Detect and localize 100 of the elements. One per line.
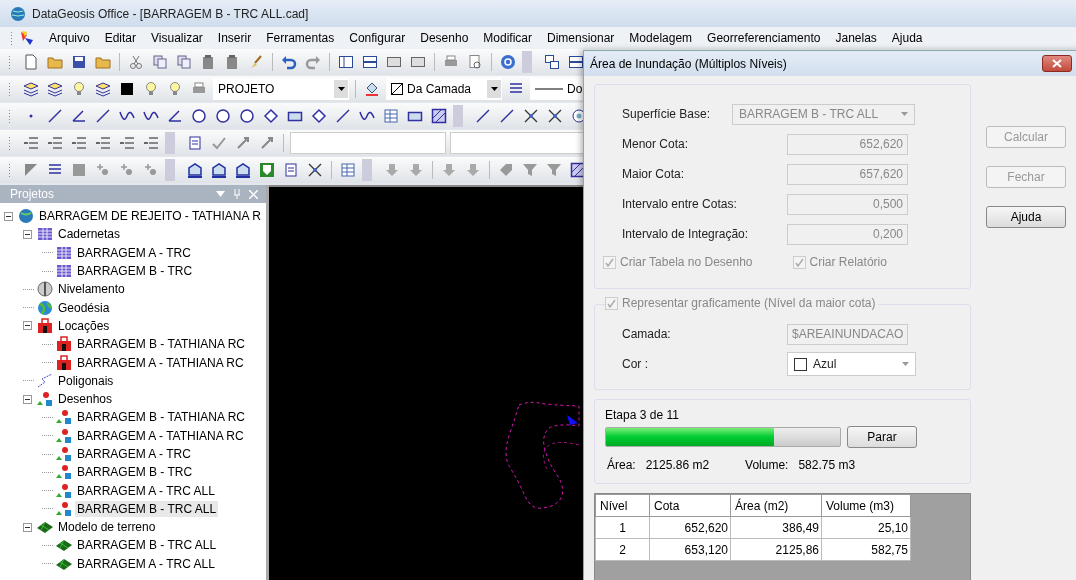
list-icon[interactable] xyxy=(23,135,39,151)
document-icon[interactable] xyxy=(187,135,203,151)
collapse-icon[interactable] xyxy=(23,394,32,404)
tree-item[interactable]: Cadernetas xyxy=(56,226,123,243)
grid-box-icon[interactable] xyxy=(386,54,402,70)
tree-item[interactable]: BARRAGEM A - TRC xyxy=(75,446,193,462)
point-add-icon[interactable] xyxy=(119,162,135,178)
arrows-icon[interactable] xyxy=(235,135,251,151)
toolbar-dropdown[interactable]: Da Camada xyxy=(386,78,502,100)
help-icon[interactable] xyxy=(500,54,516,70)
tree-item[interactable]: BARRAGEM B - TATHIANA RC xyxy=(75,409,248,426)
tree-item[interactable]: BARRAGEM A - TATHIANA RC xyxy=(75,354,246,371)
menu-item[interactable]: Modelagem xyxy=(621,31,700,45)
menu-item[interactable]: Janelas xyxy=(827,31,884,45)
menu-item[interactable]: Desenho xyxy=(412,31,476,45)
close-button[interactable] xyxy=(1042,55,1072,72)
tree-item[interactable]: Geodésia xyxy=(56,299,112,316)
split-view-icon[interactable] xyxy=(362,54,378,70)
redo-icon[interactable] xyxy=(305,54,321,70)
tree-item[interactable]: Modelo de terreno xyxy=(56,519,158,536)
folder-icon[interactable] xyxy=(95,54,111,70)
menu-item[interactable]: Visualizar xyxy=(143,31,210,45)
list-icon[interactable] xyxy=(119,135,135,151)
column-header[interactable]: Nível xyxy=(595,494,650,517)
menu-item[interactable]: Configurar xyxy=(341,31,413,45)
menu-item[interactable]: Ferramentas xyxy=(258,31,342,45)
menu-item[interactable]: Modificar xyxy=(475,31,539,45)
tree-item[interactable]: Poligonais xyxy=(56,372,116,389)
copy-icon[interactable] xyxy=(176,54,192,70)
layers-icon[interactable] xyxy=(47,81,63,97)
undo-icon[interactable] xyxy=(281,54,297,70)
tree-item[interactable]: BARRAGEM DE REJEITO - TATHIANA R xyxy=(37,208,263,225)
list-icon[interactable] xyxy=(95,135,111,151)
windows-icon[interactable] xyxy=(544,54,560,70)
filter-icon[interactable] xyxy=(522,162,538,178)
menu-item[interactable]: Ajuda xyxy=(883,31,930,45)
menu-item[interactable]: Inserir xyxy=(209,31,259,45)
folder-icon[interactable] xyxy=(47,54,63,70)
circle-icon[interactable] xyxy=(191,108,207,124)
tree-item[interactable]: BARRAGEM A - TRC ALL xyxy=(75,555,217,572)
diamond-icon[interactable] xyxy=(263,108,279,124)
tree-item[interactable]: Locações xyxy=(56,317,112,334)
line-icon[interactable] xyxy=(499,108,515,124)
angle-icon[interactable] xyxy=(71,108,87,124)
layers-icon[interactable] xyxy=(95,81,111,97)
tree-item[interactable]: BARRAGEM B - TRC xyxy=(75,464,195,481)
building-icon[interactable] xyxy=(235,162,251,178)
tree-item[interactable]: BARRAGEM B - TATHIANA RC xyxy=(75,336,248,353)
tag-icon[interactable] xyxy=(498,162,514,178)
circle-icon[interactable] xyxy=(239,108,255,124)
tree-item[interactable]: BARRAGEM A - TRC xyxy=(75,244,193,261)
column-header[interactable]: Cota xyxy=(649,494,731,517)
cross-icon[interactable] xyxy=(307,162,323,178)
paint-bucket-icon[interactable] xyxy=(364,81,380,97)
collapse-icon[interactable] xyxy=(23,522,32,532)
menu-grip[interactable] xyxy=(10,31,13,45)
tree-item[interactable]: Desenhos xyxy=(56,391,115,408)
building-icon[interactable] xyxy=(187,162,203,178)
shield-icon[interactable] xyxy=(259,162,275,178)
cross-icon[interactable] xyxy=(523,108,539,124)
tree-item[interactable]: BARRAGEM A - TRC ALL xyxy=(75,482,217,499)
cross-icon[interactable] xyxy=(547,108,563,124)
collapse-icon[interactable] xyxy=(23,321,32,331)
toolbar-grip[interactable] xyxy=(8,82,11,96)
filter-icon[interactable] xyxy=(546,162,562,178)
check-icon[interactable] xyxy=(211,135,227,151)
split-view-icon[interactable] xyxy=(338,54,354,70)
diamond-icon[interactable] xyxy=(311,108,327,124)
tree-item[interactable]: BARRAGEM A - TATHIANA RC xyxy=(75,427,246,444)
brush-icon[interactable] xyxy=(248,54,264,70)
tree-item[interactable]: BARRAGEM B - TRC ALL xyxy=(75,537,219,554)
tree-item[interactable]: BARRAGEM B - TRC ALL xyxy=(75,500,219,517)
angle-icon[interactable] xyxy=(167,108,183,124)
column-header[interactable]: Área (m2) xyxy=(730,494,822,517)
table-icon[interactable] xyxy=(383,108,399,124)
document-icon[interactable] xyxy=(283,162,299,178)
lightbulb-icon[interactable] xyxy=(143,81,159,97)
toolbar-grip[interactable] xyxy=(8,55,11,69)
hatch-icon[interactable] xyxy=(431,108,447,124)
table-icon[interactable] xyxy=(340,162,356,178)
list-icon[interactable] xyxy=(143,135,159,151)
list-icon[interactable] xyxy=(71,135,87,151)
stop-button[interactable]: Parar xyxy=(847,426,917,448)
tree-item[interactable]: Nivelamento xyxy=(56,281,127,298)
point-add-icon[interactable] xyxy=(95,162,111,178)
dialog-button[interactable]: Ajuda xyxy=(986,206,1066,228)
color-swatch-icon[interactable] xyxy=(119,81,135,97)
scissors-icon[interactable] xyxy=(128,54,144,70)
collapse-icon[interactable] xyxy=(23,229,32,239)
grid-box-icon[interactable] xyxy=(410,54,426,70)
copy-icon[interactable] xyxy=(152,54,168,70)
line-icon[interactable] xyxy=(475,108,491,124)
collapse-icon[interactable] xyxy=(4,211,13,221)
circle-icon[interactable] xyxy=(215,108,231,124)
toolbar-grip[interactable] xyxy=(8,136,11,150)
clipboard-icon[interactable] xyxy=(224,54,240,70)
split-view-icon[interactable] xyxy=(568,54,584,70)
building-icon[interactable] xyxy=(211,162,227,178)
line-icon[interactable] xyxy=(335,108,351,124)
menu-item[interactable]: Georreferenciamento xyxy=(699,31,828,45)
